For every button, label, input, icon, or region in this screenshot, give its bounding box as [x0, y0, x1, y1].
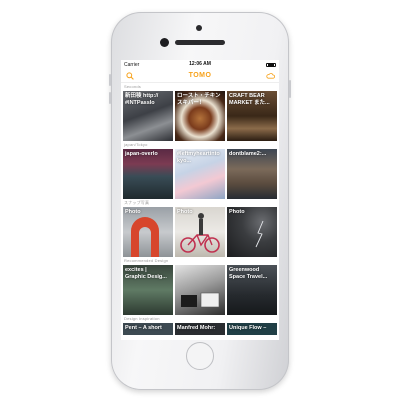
status-bar: Carrier 12:06 AM: [121, 60, 279, 69]
battery-icon: [266, 62, 276, 67]
tile-title: CRAFT BEAR MARKET また...: [229, 93, 270, 106]
tile-title: 新田稜 http:// #INTPasslo: [125, 93, 159, 106]
tile-title: japan-overlo: [125, 151, 158, 157]
tile-title: excites | Graphic Desig...: [125, 267, 167, 280]
app-screen: Carrier 12:06 AM TOMO Seconds 新田稜 http:/…: [121, 60, 279, 340]
front-sensor: [196, 25, 202, 31]
tile-title: Greenwood Space Travel...: [229, 267, 268, 280]
feed-tile[interactable]: [175, 265, 225, 315]
feed-tile[interactable]: excites | Graphic Desig...: [123, 265, 173, 315]
device-image: [181, 292, 220, 308]
tile-row: japan-overlo #leftmyheartinto kyo... don…: [123, 149, 277, 199]
cloud-icon[interactable]: [265, 71, 275, 81]
feed-section: Recommended Design excites | Graphic Des…: [121, 257, 279, 315]
feed-tile[interactable]: 新田稜 http:// #INTPasslo: [123, 91, 173, 141]
home-button[interactable]: [186, 342, 214, 370]
tile-title: ロースト・チキン スキパー！: [177, 93, 221, 106]
search-icon[interactable]: [125, 71, 135, 81]
section-label: Seconds: [124, 84, 141, 89]
feed-tile[interactable]: CRAFT BEAR MARKET また...: [227, 91, 277, 141]
feed-tile[interactable]: Photo: [227, 207, 277, 257]
app-title: TOMO: [188, 72, 212, 79]
feed-tile[interactable]: Photo: [123, 207, 173, 257]
feed-tile[interactable]: Manfred Mohr:: [175, 323, 225, 335]
feed-tile[interactable]: dontblame2:...: [227, 149, 277, 199]
section-label: Recommended Design: [124, 258, 169, 263]
feed-tile[interactable]: ロースト・チキン スキパー！: [175, 91, 225, 141]
tile-title: Pent – A short: [125, 325, 162, 331]
tile-title: Manfred Mohr:: [177, 325, 216, 331]
status-time: 12:06 AM: [189, 61, 211, 67]
feed-tile[interactable]: Photo: [175, 207, 225, 257]
feed-section: Seconds 新田稜 http:// #INTPasslo ロースト・チキン …: [121, 83, 279, 141]
tile-title: Photo: [229, 209, 245, 215]
tile-row: 新田稜 http:// #INTPasslo ロースト・チキン スキパー！ CR…: [123, 91, 277, 141]
section-label: スナップ写真: [124, 200, 150, 205]
tile-row: Photo Photo Photo: [123, 207, 277, 257]
tile-title: Photo: [177, 209, 193, 215]
feed-tile[interactable]: Greenwood Space Travel...: [227, 265, 277, 315]
section-label: Design Inspiration: [124, 316, 160, 321]
front-camera: [160, 38, 169, 47]
nav-bar: TOMO: [121, 69, 279, 83]
section-label: japan/Tokyo: [124, 142, 148, 147]
feed-tile[interactable]: Unique Flow –: [227, 323, 277, 335]
volume-up-button: [109, 74, 111, 86]
feed-tile[interactable]: Pent – A short: [123, 323, 173, 335]
feed-section: スナップ写真 Photo Photo Photo: [121, 199, 279, 257]
tile-title: dontblame2:...: [229, 151, 267, 157]
tile-row: Pent – A short Manfred Mohr: Unique Flow…: [123, 323, 277, 335]
feed-tile[interactable]: japan-overlo: [123, 149, 173, 199]
tile-title: Photo: [125, 209, 141, 215]
feed-section: japan/Tokyo japan-overlo #leftmyheartint…: [121, 141, 279, 199]
feed: Seconds 新田稜 http:// #INTPasslo ロースト・チキン …: [121, 83, 279, 335]
tile-title: #leftmyheartinto kyo...: [177, 151, 220, 164]
power-button: [289, 80, 291, 98]
tile-title: Unique Flow –: [229, 325, 267, 331]
earpiece-speaker: [175, 40, 225, 45]
feed-section: Design Inspiration Pent – A short Manfre…: [121, 315, 279, 335]
tile-row: excites | Graphic Desig... Greenwood Spa…: [123, 265, 277, 315]
volume-down-button: [109, 92, 111, 104]
feed-tile[interactable]: #leftmyheartinto kyo...: [175, 149, 225, 199]
